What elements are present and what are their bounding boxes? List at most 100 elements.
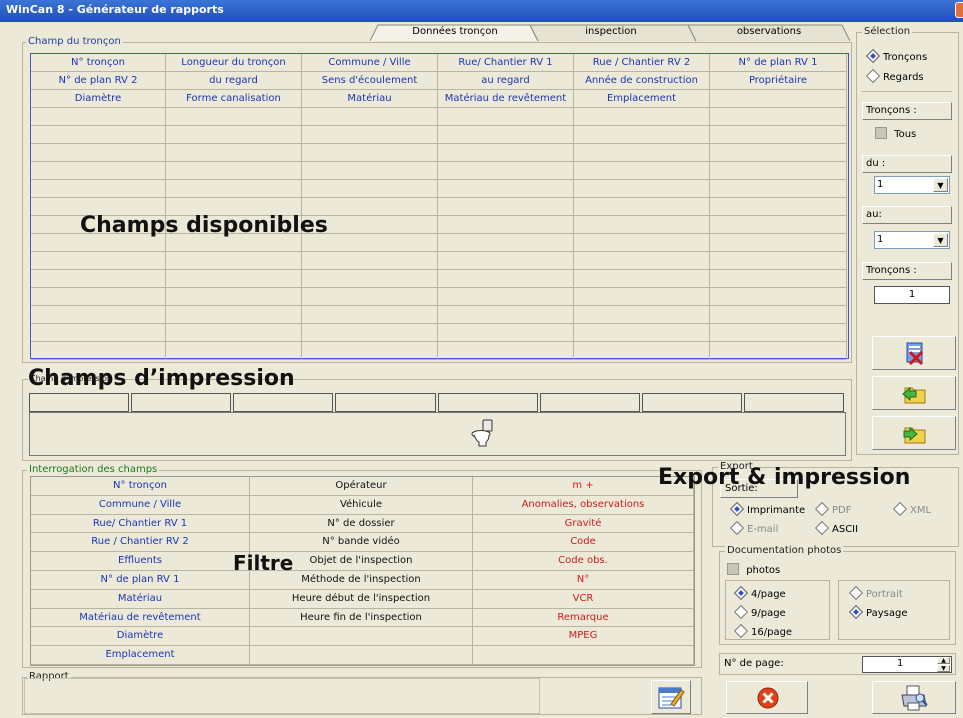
radio-regards[interactable]: Regards [865,68,924,84]
empty-field-cell[interactable] [31,144,166,162]
empty-field-cell[interactable] [166,108,302,126]
tab-donnees-troncon[interactable]: Données tronçon [380,24,530,41]
empty-field-cell[interactable] [710,180,847,198]
print-field-slot[interactable] [437,393,538,412]
empty-field-cell[interactable] [31,306,166,324]
empty-field-cell[interactable] [574,324,710,342]
print-field-slot[interactable] [743,393,844,412]
radio-portrait[interactable]: Portrait [848,585,903,601]
query-field-col3[interactable]: Code obs. [473,552,694,571]
empty-field-cell[interactable] [302,108,438,126]
radio-ascii-dot[interactable] [814,520,830,536]
empty-field-cell[interactable] [710,162,847,180]
empty-field-cell[interactable] [574,180,710,198]
available-field[interactable]: Matériau de revêtement [438,90,574,108]
print-field-slot[interactable] [29,393,130,412]
query-field-col2[interactable]: N° de dossier [250,514,473,534]
empty-field-cell[interactable] [438,306,574,324]
empty-field-cell[interactable] [438,288,574,306]
query-field-col3[interactable]: N° [473,571,694,590]
query-field-col2[interactable]: Heure début de l'inspection [250,589,473,609]
radio-16-page-dot[interactable] [733,623,749,639]
empty-field-cell[interactable] [574,216,710,234]
available-field[interactable]: Commune / Ville [302,54,438,72]
empty-field-cell[interactable] [438,126,574,144]
au-button[interactable]: au: [862,206,952,224]
radio-pdf[interactable]: PDF [814,501,851,517]
available-field[interactable]: Propriétaire [710,72,847,90]
query-field-col1[interactable]: Matériau [31,589,250,609]
empty-field-cell[interactable] [302,342,438,360]
spinner-down-icon[interactable]: ▼ [937,665,950,672]
empty-field-cell[interactable] [574,234,710,252]
empty-field-cell[interactable] [438,162,574,180]
folder-back-button[interactable] [872,376,956,410]
available-field[interactable]: N° de plan RV 1 [710,54,847,72]
tous-check[interactable] [875,127,887,139]
tous-checkbox[interactable]: Tous [875,127,916,142]
available-field[interactable] [710,90,847,108]
empty-field-cell[interactable] [302,162,438,180]
empty-field-cell[interactable] [574,288,710,306]
radio-email-dot[interactable] [729,520,745,536]
query-field-col2[interactable] [250,627,473,647]
empty-field-cell[interactable] [302,126,438,144]
empty-field-cell[interactable] [574,306,710,324]
empty-field-cell[interactable] [438,144,574,162]
delete-doc-button[interactable] [872,336,956,370]
empty-field-cell[interactable] [438,270,574,288]
empty-field-cell[interactable] [438,180,574,198]
query-field-col1[interactable]: Effluents [31,552,250,571]
empty-field-cell[interactable] [710,270,847,288]
query-field-col1[interactable]: N° tronçon [31,477,250,496]
empty-field-cell[interactable] [302,288,438,306]
query-field-col3[interactable]: Remarque [473,608,694,628]
empty-field-cell[interactable] [710,342,847,360]
empty-field-cell[interactable] [302,252,438,270]
empty-field-cell[interactable] [166,324,302,342]
empty-field-cell[interactable] [166,180,302,198]
radio-imprimante-dot[interactable] [729,501,745,517]
empty-field-cell[interactable] [302,144,438,162]
print-field-slot[interactable] [641,393,742,412]
empty-field-cell[interactable] [166,288,302,306]
empty-field-cell[interactable] [574,270,710,288]
report-edit-button[interactable] [651,680,691,714]
au-dropdown-icon[interactable]: ▼ [933,233,948,247]
available-field[interactable]: Année de construction [574,72,710,90]
empty-field-cell[interactable] [574,162,710,180]
empty-field-cell[interactable] [710,108,847,126]
folder-forward-button[interactable] [872,416,956,450]
available-field[interactable]: Rue/ Chantier RV 1 [438,54,574,72]
du-button[interactable]: du : [862,155,952,173]
au-select[interactable]: 1 ▼ [874,231,950,249]
radio-imprimante[interactable]: Imprimante [729,501,805,517]
radio-4-page[interactable]: 4/page [733,585,786,601]
available-field[interactable]: Emplacement [574,90,710,108]
empty-field-cell[interactable] [710,144,847,162]
empty-field-cell[interactable] [31,252,166,270]
empty-field-cell[interactable] [438,108,574,126]
empty-field-cell[interactable] [31,126,166,144]
query-field-col2[interactable]: Opérateur [250,477,473,496]
radio-xml-dot[interactable] [892,501,908,517]
radio-portrait-dot[interactable] [848,585,864,601]
empty-field-cell[interactable] [574,198,710,216]
available-field[interactable]: Longueur du tronçon [166,54,302,72]
empty-field-cell[interactable] [31,270,166,288]
empty-field-cell[interactable] [710,288,847,306]
query-field-col2[interactable]: Véhicule [250,495,473,515]
radio-regards-dot[interactable] [865,68,881,84]
radio-pdf-dot[interactable] [814,501,830,517]
tab-inspection[interactable]: inspection [536,24,686,41]
tab-observations[interactable]: observations [694,24,844,41]
print-field-slot[interactable] [131,393,232,412]
empty-field-cell[interactable] [166,162,302,180]
empty-field-cell[interactable] [302,324,438,342]
troncons-count-button[interactable]: Tronçons : [862,262,952,280]
print-preview-button[interactable] [872,681,956,714]
empty-field-cell[interactable] [166,270,302,288]
available-field[interactable]: N° tronçon [31,54,166,72]
available-field[interactable]: au regard [438,72,574,90]
query-field-col3[interactable]: MPEG [473,627,694,647]
